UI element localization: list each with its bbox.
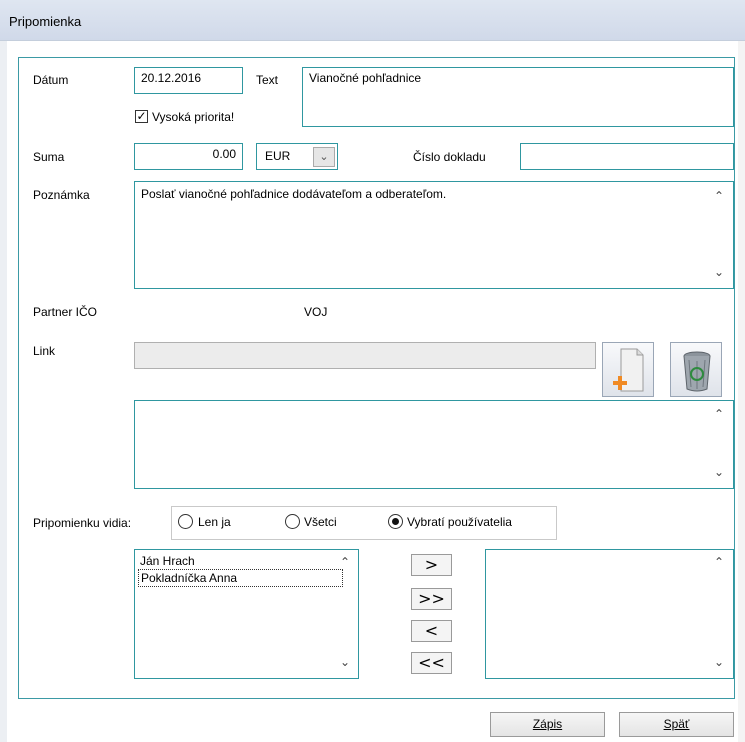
radio-everyone-label[interactable]: Všetci xyxy=(304,515,337,529)
link-label: Link xyxy=(33,344,56,358)
scroll-down-icon[interactable]: ⌄ xyxy=(714,465,724,479)
text-field[interactable]: Vianočné pohľadnice xyxy=(302,67,734,127)
radio-selected-users-label[interactable]: Vybratí používatelia xyxy=(407,515,512,529)
scroll-up-icon[interactable]: ⌃ xyxy=(714,189,724,203)
amount-label: Suma xyxy=(33,150,65,164)
list-item[interactable]: Ján Hrach xyxy=(138,553,355,569)
selected-users-list[interactable] xyxy=(485,549,734,679)
available-users-list[interactable]: Ján Hrach Pokladníčka Anna xyxy=(134,549,359,679)
remove-all-users-button[interactable]: << xyxy=(411,652,452,674)
window-title: Pripomienka xyxy=(9,14,82,29)
currency-select[interactable]: EUR ⌄ xyxy=(256,143,338,170)
left-frame xyxy=(0,41,7,742)
doc-number-label: Číslo dokladu xyxy=(413,150,486,164)
date-label: Dátum xyxy=(33,73,69,87)
save-button[interactable]: Zápis xyxy=(490,712,605,737)
back-button[interactable]: Späť xyxy=(619,712,734,737)
radio-only-me[interactable] xyxy=(178,514,193,529)
text-label: Text xyxy=(256,73,279,87)
scroll-up-icon[interactable]: ⌃ xyxy=(340,555,350,569)
partner-label: Partner IČO xyxy=(33,305,98,319)
add-user-button[interactable]: > xyxy=(411,554,452,576)
link-notes-textarea[interactable] xyxy=(134,400,734,489)
scroll-down-icon[interactable]: ⌄ xyxy=(714,265,724,279)
radio-selected-users[interactable] xyxy=(388,514,403,529)
doc-number-field[interactable] xyxy=(520,143,734,170)
note-textarea[interactable]: Poslať vianočné pohľadnice dodávateľom a… xyxy=(134,181,734,289)
note-label: Poznámka xyxy=(33,188,90,202)
priority-checkbox[interactable]: ✓ xyxy=(135,110,148,123)
remove-user-button[interactable]: < xyxy=(411,620,452,642)
currency-value: EUR xyxy=(265,149,291,163)
delete-link-button[interactable] xyxy=(670,342,722,397)
priority-label[interactable]: Vysoká priorita! xyxy=(152,110,234,124)
radio-everyone[interactable] xyxy=(285,514,300,529)
visibility-label: Pripomienku vidia: xyxy=(33,516,132,530)
amount-field[interactable]: 0.00 xyxy=(134,143,243,170)
title-bar xyxy=(0,0,745,41)
date-field[interactable]: 20.12.2016 xyxy=(134,67,243,94)
checkmark-icon: ✓ xyxy=(136,109,147,123)
scroll-up-icon[interactable]: ⌃ xyxy=(714,407,724,421)
partner-value: VOJ xyxy=(304,305,328,319)
back-button-label: Späť xyxy=(663,717,690,731)
save-button-label: Zápis xyxy=(532,717,563,731)
note-text: Poslať vianočné pohľadnice dodávateľom a… xyxy=(141,187,447,201)
scroll-down-icon[interactable]: ⌄ xyxy=(714,655,724,669)
right-frame xyxy=(738,41,745,742)
scroll-up-icon[interactable]: ⌃ xyxy=(714,555,724,569)
scroll-down-icon[interactable]: ⌄ xyxy=(340,655,350,669)
link-field[interactable] xyxy=(134,342,596,369)
add-link-button[interactable] xyxy=(602,342,654,397)
chevron-down-icon[interactable]: ⌄ xyxy=(313,147,335,167)
new-document-plus-icon xyxy=(613,348,644,392)
radio-selected-dot xyxy=(392,518,399,525)
list-item[interactable]: Pokladníčka Anna xyxy=(138,569,343,587)
add-all-users-button[interactable]: >> xyxy=(411,588,452,610)
recycle-bin-icon xyxy=(683,351,711,392)
radio-only-me-label[interactable]: Len ja xyxy=(198,515,231,529)
